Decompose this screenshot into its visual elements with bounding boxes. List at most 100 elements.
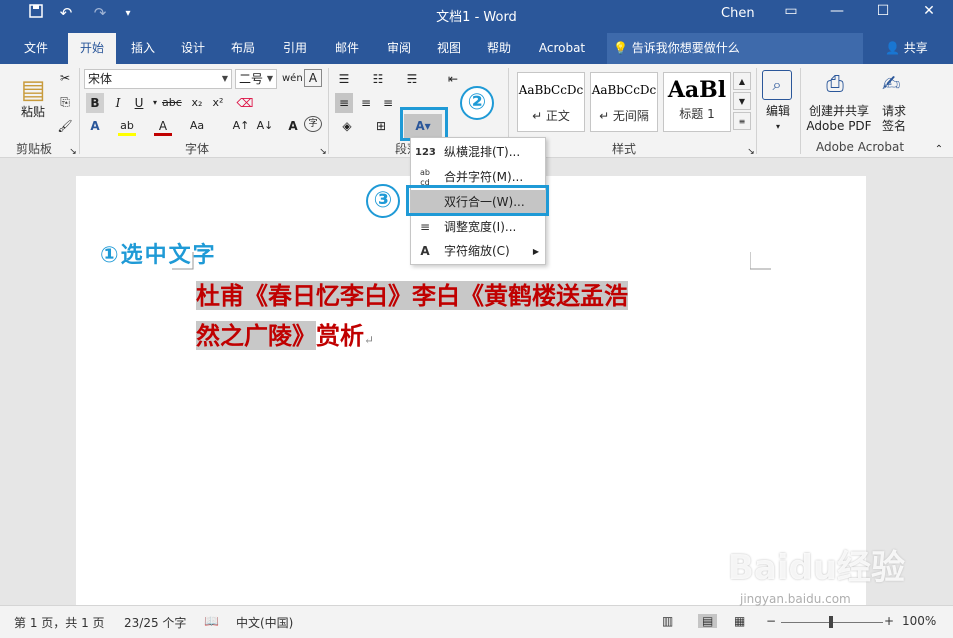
style-name: ↵ 无间隔 [599,109,649,123]
window-title: 文档1 - Word [436,10,517,25]
char-border-icon[interactable]: A [304,69,322,87]
share-button[interactable]: 👤 共享 [885,33,928,64]
word-count[interactable]: 23/25 个字 [124,614,186,631]
fit-text-icon: ≡ [419,220,431,234]
style-heading-1[interactable]: AaBl 标题 1 [663,72,731,132]
create-pdf-icon[interactable]: ⎙ [826,70,844,100]
styles-scroll-up-icon[interactable]: ▲ [733,72,751,90]
clear-formatting-icon[interactable]: ⌫ [236,93,254,113]
styles-group-label: 样式 [611,142,636,156]
font-name-value: 宋体 [88,72,113,86]
tab-insert[interactable]: 插入 [120,33,166,64]
zoom-level[interactable]: 100% [902,614,936,628]
subscript-button[interactable]: x₂ [188,93,206,113]
tab-review[interactable]: 审阅 [376,33,422,64]
bullets-icon[interactable]: ☰ [335,69,353,89]
shading-icon[interactable]: ◈ [338,116,356,136]
font-size-combo[interactable]: 二号 ▼ [235,69,277,89]
tab-mailings[interactable]: 邮件 [324,33,370,64]
proofing-icon[interactable]: 📖 [204,614,219,628]
acrobat-group-label: Adobe Acrobat [815,140,905,154]
menu-item-label: 纵横混排(T)... [444,145,521,159]
borders-icon[interactable]: ⊞ [372,116,390,136]
styles-more-icon[interactable]: ≡ [733,112,751,130]
copy-icon[interactable]: ⎘ [56,92,74,112]
zoom-in-icon[interactable]: + [884,614,894,628]
tab-layout[interactable]: 布局 [220,33,266,64]
document-line-2[interactable]: 然之广陵》赏析↵ [196,316,374,360]
maximize-button[interactable]: ☐ [868,3,898,19]
step-3-marker: ③ [366,184,400,218]
paste-label[interactable]: 粘贴 [16,105,50,119]
strikethrough-button[interactable]: abc [162,93,182,113]
phonetic-guide-icon[interactable]: wén [282,69,303,89]
multilevel-list-icon[interactable]: ☴ [403,69,421,89]
bold-button[interactable]: B [86,93,104,113]
align-left-icon[interactable]: ≡ [335,93,353,113]
language-indicator[interactable]: 中文(中国) [236,614,293,631]
status-bar: 第 1 页，共 1 页 23/25 个字 📖 中文(中国) ▥ ▤ ▦ − + … [0,605,953,638]
collapse-ribbon-icon[interactable]: ⌃ [930,140,948,160]
paste-icon[interactable]: ▤ [16,70,50,110]
shrink-font-icon[interactable]: A↓ [256,116,274,136]
tell-me-search[interactable]: 💡 告诉我你想要做什么 [607,33,863,64]
decrease-indent-icon[interactable]: ⇤ [444,69,462,89]
menu-item-label: 字符缩放(C) [444,244,510,258]
menu-item-fit-text[interactable]: ≡ 调整宽度(I)... [411,215,545,240]
font-size-value: 二号 [239,72,264,86]
style-sample: AaBl [667,77,727,103]
superscript-button[interactable]: x² [209,93,227,113]
document-line-1[interactable]: 杜甫《春日忆李白》李白《黄鹤楼送孟浩 [196,276,628,316]
cut-icon[interactable]: ✂ [56,68,74,88]
numbering-icon[interactable]: ☷ [369,69,387,89]
tab-references[interactable]: 引用 [272,33,318,64]
ribbon-display-icon[interactable]: ▭ [776,3,806,19]
create-pdf-label-2[interactable]: Adobe PDF [804,119,874,133]
paragraph-mark: ↵ [364,333,375,347]
styles-scroll-down-icon[interactable]: ▼ [733,92,751,110]
highlight-color-icon[interactable]: ab [118,116,136,136]
menu-item-character-scaling[interactable]: A 字符缩放(C) ▶ [411,239,545,264]
style-normal[interactable]: AaBbCcDc ↵ 正文 [517,72,585,132]
create-pdf-label-1[interactable]: 创建并共享 [804,104,874,118]
minimize-button[interactable]: — [822,3,852,19]
zoom-out-icon[interactable]: − [766,614,776,628]
align-center-icon[interactable]: ≡ [357,93,375,113]
user-name[interactable]: Chen [721,6,755,21]
read-mode-icon[interactable]: ▥ [662,614,673,628]
tab-file[interactable]: 文件 [10,33,62,64]
format-painter-icon[interactable]: 🖌 [56,116,74,136]
tab-design[interactable]: 设计 [170,33,216,64]
italic-button[interactable]: I [109,93,127,113]
font-color-icon[interactable]: A [154,116,172,136]
chevron-down-icon[interactable]: ▾ [760,120,796,134]
char-shading-icon[interactable]: A [284,116,302,136]
web-layout-icon[interactable]: ▦ [734,614,745,628]
zoom-slider-thumb[interactable] [829,616,833,628]
style-no-spacing[interactable]: AaBbCcDc ↵ 无间隔 [590,72,658,132]
tab-home[interactable]: 开始 [68,33,116,64]
unselected-text: 赏析 [316,321,364,350]
editing-label[interactable]: 编辑 [760,104,796,118]
request-signature-label-2[interactable]: 签名 [876,119,912,133]
text-effects-icon[interactable]: A [86,116,104,136]
chevron-down-icon: ▼ [221,74,228,83]
step-1-annotation: ①选中文字 [100,243,217,268]
baidu-watermark: Baidu经验 [728,548,906,588]
menu-item-vertical-in-horizontal[interactable]: 123 纵横混排(T)... [411,140,545,165]
close-button[interactable]: ✕ [914,3,944,19]
tab-view[interactable]: 视图 [426,33,472,64]
align-right-icon[interactable]: ≡ [379,93,397,113]
page-count[interactable]: 第 1 页，共 1 页 [14,614,105,631]
tab-help[interactable]: 帮助 [476,33,522,64]
change-case-icon[interactable]: Aa [188,116,206,136]
font-name-combo[interactable]: 宋体 ▼ [84,69,232,89]
request-signature-label-1[interactable]: 请求 [876,104,912,118]
enclose-char-icon[interactable]: 字 [304,116,322,132]
request-signature-icon[interactable]: ✍ [882,70,900,100]
tab-acrobat[interactable]: Acrobat [530,33,594,64]
style-name: 标题 1 [679,107,715,121]
search-icon[interactable]: ⌕ [762,70,792,100]
grow-font-icon[interactable]: A↑ [232,116,250,136]
print-layout-icon[interactable]: ▤ [698,614,718,628]
